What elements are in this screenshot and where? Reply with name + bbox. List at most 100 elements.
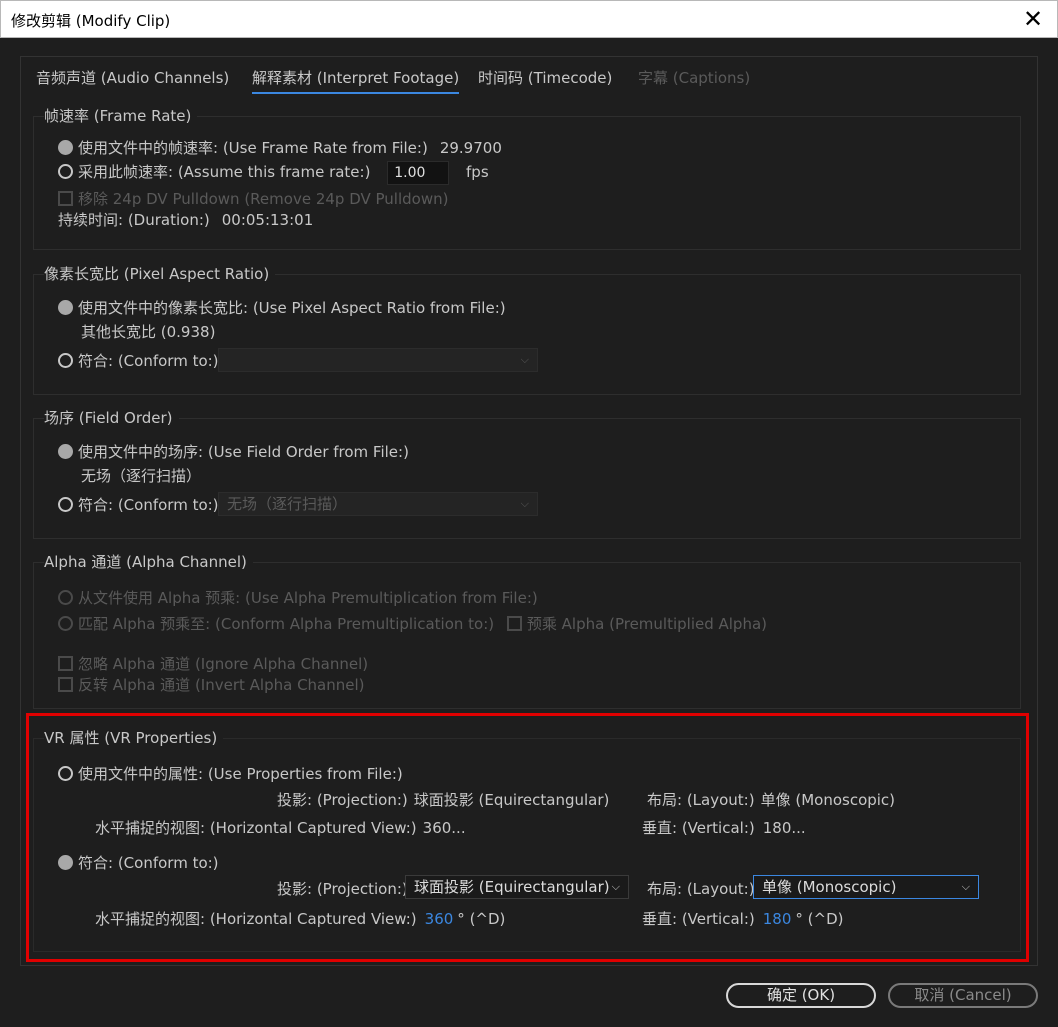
vr-file-vertical-row: 垂直: (Vertical:) 180...: [642, 817, 806, 838]
field-order-conform-value: 无场（逐行扫描）: [227, 495, 348, 513]
vr-layout-select-value: 单像 (Monoscopic): [762, 878, 897, 896]
pixel-aspect-use-file-row: 使用文件中的像素长宽比: (Use Pixel Aspect Ratio fro…: [58, 297, 506, 318]
ignore-alpha-label: 忽略 Alpha 通道 (Ignore Alpha Channel): [78, 655, 369, 673]
tab-interpret-footage[interactable]: 解释素材 (Interpret Footage): [252, 67, 460, 94]
vr-file-layout-row: 布局: (Layout:) 单像 (Monoscopic): [647, 789, 895, 810]
vr-layout-label: 布局: (Layout:): [647, 791, 755, 809]
tab-timecode[interactable]: 时间码 (Timecode): [478, 67, 612, 88]
pulldown-checkbox: [58, 191, 73, 206]
tab-audio-channels[interactable]: 音频声道 (Audio Channels): [36, 67, 229, 88]
field-order-conform-radio[interactable]: [58, 497, 73, 512]
vr-conform-row: 符合: (Conform to:): [58, 852, 219, 873]
alpha-conform-row: 匹配 Alpha 预乘至: (Conform Alpha Premultipli…: [58, 613, 767, 634]
field-order-conform-row: 符合: (Conform to:): [58, 494, 219, 515]
vr-conform-projection-label: 投影: (Projection:): [277, 880, 408, 898]
vr-vertical-file-value: 180...: [762, 819, 806, 837]
pixel-aspect-conform-select: ⌵: [218, 348, 538, 372]
frame-rate-assume-label: 采用此帧速率: (Assume this frame rate:): [78, 163, 371, 181]
vr-projection-file-value: 球面投影 (Equirectangular): [413, 791, 610, 809]
chevron-down-icon: ⌵: [520, 497, 529, 510]
field-order-conform-label: 符合: (Conform to:): [78, 496, 219, 514]
field-order-use-file-row: 使用文件中的场序: (Use Field Order from File:): [58, 441, 409, 462]
alpha-use-file-radio: [58, 590, 73, 605]
alpha-conform-radio: [58, 616, 73, 631]
close-icon[interactable]: ✕: [1017, 3, 1049, 35]
pulldown-row: 移除 24p DV Pulldown (Remove 24p DV Pulldo…: [58, 188, 448, 209]
frame-rate-file-value: 29.9700: [439, 139, 502, 157]
ok-button[interactable]: 确定 (OK): [726, 983, 876, 1008]
ignore-alpha-checkbox: [58, 656, 73, 671]
vr-file-projection-row: 投影: (Projection:) 球面投影 (Equirectangular): [277, 789, 609, 810]
frame-rate-input[interactable]: 1.00: [387, 161, 450, 185]
duration-value: 00:05:13:01: [221, 211, 314, 229]
alpha-channel-group: Alpha 通道 (Alpha Channel) 从文件使用 Alpha 预乘:…: [33, 551, 1021, 709]
duration-label: 持续时间: (Duration:): [58, 211, 210, 229]
vr-conform-hview-label: 水平捕捉的视图: (Horizontal Captured View:): [95, 910, 417, 928]
vr-properties-group: VR 属性 (VR Properties) 使用文件中的属性: (Use Pro…: [33, 727, 1021, 952]
field-order-conform-select: 无场（逐行扫描） ⌵: [218, 492, 538, 516]
pixel-aspect-use-file-radio[interactable]: [58, 300, 73, 315]
vr-use-file-row: 使用文件中的属性: (Use Properties from File:): [58, 763, 403, 784]
vr-conform-layout-label: 布局: (Layout:): [647, 880, 755, 898]
premultiplied-label: 预乘 Alpha (Premultiplied Alpha): [526, 615, 768, 633]
pixel-aspect-group: 像素长宽比 (Pixel Aspect Ratio) 使用文件中的像素长宽比: …: [33, 263, 1021, 395]
tab-bar: 音频声道 (Audio Channels) 解释素材 (Interpret Fo…: [21, 57, 1037, 95]
frame-rate-title: 帧速率 (Frame Rate): [44, 105, 198, 126]
vr-layout-file-value: 单像 (Monoscopic): [760, 791, 896, 809]
pulldown-label: 移除 24p DV Pulldown (Remove 24p DV Pulldo…: [78, 190, 449, 208]
alpha-use-file-row: 从文件使用 Alpha 预乘: (Use Alpha Premultiplica…: [58, 587, 538, 608]
chevron-down-icon: ⌵: [611, 880, 620, 893]
chevron-down-icon: ⌵: [961, 880, 970, 893]
vr-vertical-value[interactable]: 180: [763, 910, 792, 928]
invert-alpha-label: 反转 Alpha 通道 (Invert Alpha Channel): [78, 676, 365, 694]
vr-projection-select-value: 球面投影 (Equirectangular): [414, 878, 610, 896]
window-title: 修改剪辑 (Modify Clip): [11, 12, 171, 30]
field-order-use-file-label: 使用文件中的场序: (Use Field Order from File:): [78, 443, 409, 461]
vr-use-file-radio[interactable]: [58, 766, 73, 781]
pixel-aspect-conform-row: 符合: (Conform to:): [58, 350, 219, 371]
alpha-invert-row: 反转 Alpha 通道 (Invert Alpha Channel): [58, 674, 365, 695]
chevron-down-icon: ⌵: [520, 353, 529, 366]
frame-rate-use-file-radio[interactable]: [58, 140, 73, 155]
cancel-button[interactable]: 取消 (Cancel): [888, 983, 1038, 1008]
frame-rate-group: 帧速率 (Frame Rate) 使用文件中的帧速率: (Use Frame R…: [33, 105, 1021, 250]
vr-projection-label: 投影: (Projection:): [277, 791, 408, 809]
vr-conform-hview-row: 水平捕捉的视图: (Horizontal Captured View:) 360 °…: [95, 908, 505, 929]
vr-conform-radio[interactable]: [58, 855, 73, 870]
invert-alpha-checkbox: [58, 677, 73, 692]
dialog-body: 音频声道 (Audio Channels) 解释素材 (Interpret Fo…: [20, 56, 1038, 966]
frame-rate-use-file-label: 使用文件中的帧速率: (Use Frame Rate from File:): [78, 139, 428, 157]
vr-conform-label: 符合: (Conform to:): [78, 854, 219, 872]
pixel-aspect-conform-label: 符合: (Conform to:): [78, 352, 219, 370]
vr-hview-label: 水平捕捉的视图: (Horizontal Captured View:): [95, 819, 417, 837]
title-bar: 修改剪辑 (Modify Clip) ✕: [0, 0, 1058, 38]
duration-row: 持续时间: (Duration:) 00:05:13:01: [58, 209, 313, 230]
field-order-file-value: 无场（逐行扫描）: [81, 467, 202, 485]
field-order-use-file-radio[interactable]: [58, 444, 73, 459]
vr-hview-unit: ° (^D): [457, 910, 506, 928]
pixel-aspect-conform-radio[interactable]: [58, 353, 73, 368]
alpha-ignore-row: 忽略 Alpha 通道 (Ignore Alpha Channel): [58, 653, 368, 674]
pixel-aspect-title: 像素长宽比 (Pixel Aspect Ratio): [44, 263, 276, 284]
vr-layout-select[interactable]: 单像 (Monoscopic) ⌵: [753, 875, 979, 899]
alpha-use-file-label: 从文件使用 Alpha 预乘: (Use Alpha Premultiplica…: [78, 589, 538, 607]
vr-projection-select[interactable]: 球面投影 (Equirectangular) ⌵: [405, 875, 629, 899]
vr-conform-vertical-label: 垂直: (Vertical:): [642, 910, 755, 928]
frame-rate-use-file-row: 使用文件中的帧速率: (Use Frame Rate from File:) 29…: [58, 137, 502, 158]
vr-vertical-label: 垂直: (Vertical:): [642, 819, 755, 837]
vr-file-hview-row: 水平捕捉的视图: (Horizontal Captured View:) 360.…: [95, 817, 466, 838]
fps-label: fps: [466, 163, 489, 181]
pixel-aspect-file-value: 其他长宽比 (0.938): [81, 323, 216, 341]
vr-use-file-label: 使用文件中的属性: (Use Properties from File:): [78, 765, 403, 783]
vr-vertical-unit: ° (^D): [795, 910, 844, 928]
tab-captions: 字幕 (Captions): [638, 69, 751, 87]
pixel-aspect-use-file-label: 使用文件中的像素长宽比: (Use Pixel Aspect Ratio fro…: [78, 299, 506, 317]
field-order-group: 场序 (Field Order) 使用文件中的场序: (Use Field Or…: [33, 407, 1021, 539]
frame-rate-assume-radio[interactable]: [58, 164, 73, 179]
vr-properties-title: VR 属性 (VR Properties): [44, 727, 224, 748]
vr-hview-value[interactable]: 360: [425, 910, 454, 928]
alpha-conform-label: 匹配 Alpha 预乘至: (Conform Alpha Premultipli…: [78, 615, 495, 633]
vr-hview-file-value: 360...: [422, 819, 466, 837]
field-order-title: 场序 (Field Order): [44, 407, 179, 428]
frame-rate-assume-row: 采用此帧速率: (Assume this frame rate:) 1.00 f…: [58, 161, 489, 185]
